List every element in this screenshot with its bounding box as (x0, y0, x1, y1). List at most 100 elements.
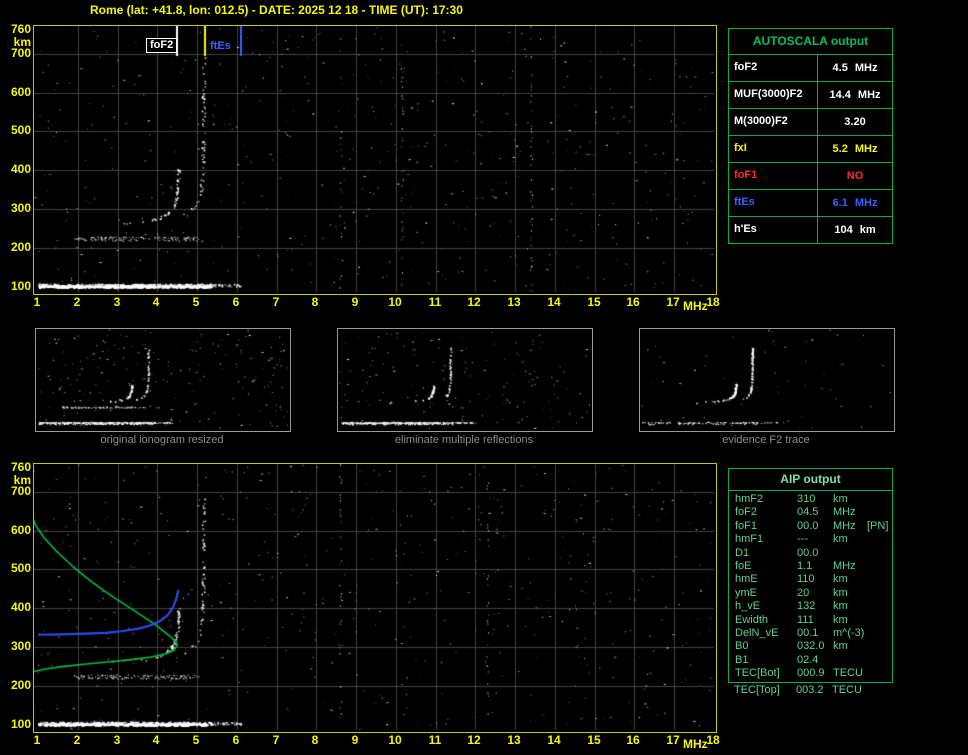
aip-parameter-unit: km (833, 573, 848, 586)
main-y-tick-400: 400 (10, 162, 31, 176)
profile-ionogram-plot (33, 463, 717, 733)
thumbnail-canvas (338, 329, 590, 429)
aip-row-d1: D1 00.0 (729, 547, 892, 560)
ftes-marker-label: ftEs (210, 40, 231, 52)
profile-ionogram-canvas (34, 464, 714, 730)
parameter-label: fxI (729, 136, 818, 162)
aip-parameter-unit: km (833, 586, 848, 599)
aip-parameter-value: 132 (797, 600, 816, 613)
profile-x-tick-9: 9 (351, 733, 359, 747)
main-x-axis-unit: MHz (683, 299, 708, 313)
main-x-tick-3: 3 (113, 295, 121, 309)
main-y-tick-760: 760 (10, 22, 31, 36)
main-x-tick-7: 7 (272, 295, 280, 309)
main-y-tick-100: 100 (10, 279, 31, 293)
aip-parameter-value: 110 (797, 573, 815, 586)
thumbnail-caption-3: evidence F2 trace (722, 434, 810, 446)
thumbnail-canvas (640, 329, 892, 429)
main-y-tick-300: 300 (10, 201, 31, 215)
main-x-tick-6: 6 (232, 295, 240, 309)
profile-y-tick-100: 100 (10, 717, 31, 731)
profile-y-tick-500: 500 (10, 561, 31, 575)
aip-output-table: AIP output hmF2 310 km foF2 04.5 MHz foF1 00.0 M… (728, 468, 893, 684)
aip-parameter-value: 000.9 (797, 667, 825, 680)
main-y-tick-200: 200 (10, 240, 31, 254)
profile-x-tick-8: 8 (311, 733, 319, 747)
aip-parameter-value: 02.4 (797, 653, 819, 666)
aip-parameter-label: D1 (735, 546, 750, 559)
autoscala-row-fxi: fxI 5.2 MHz (729, 135, 892, 162)
aip-row-hmf2: hmF2 310 km (729, 493, 892, 506)
station-header: Rome (lat: +41.8, lon: 012.5) - DATE: 20… (90, 3, 463, 17)
thumbnail-original-ionogram (35, 328, 291, 432)
main-x-tick-13: 13 (507, 295, 521, 309)
thumbnail-f2-trace-evidence (639, 328, 895, 432)
profile-x-axis-unit: MHz (683, 737, 708, 751)
profile-x-tick-4: 4 (152, 733, 160, 747)
autoscala-screen: Rome (lat: +41.8, lon: 012.5) - DATE: 20… (0, 0, 968, 755)
aip-parameter-unit: km (833, 613, 848, 626)
thumbnail-multiple-reflections-removed (337, 328, 593, 432)
main-y-tick-500: 500 (10, 123, 31, 137)
aip-parameter-label: DelN_vE (735, 626, 779, 639)
parameter-value: 14.4 MHz (829, 89, 881, 101)
aip-row-b1: B1 02.4 (729, 654, 892, 667)
aip-parameter-unit: m^(-3) (833, 626, 865, 639)
autoscala-row-h-es: h'Es 104 km (729, 216, 892, 243)
main-x-tick-10: 10 (388, 295, 402, 309)
aip-parameter-value: 20 (797, 586, 810, 599)
aip-parameter-unit: MHz (833, 506, 856, 519)
profile-x-tick-16: 16 (626, 733, 640, 747)
autoscala-row-m-3000-f2: M(3000)F2 3.20 (729, 108, 892, 135)
aip-row-tec-top: TEC[Top] 003.2 TECU (728, 684, 891, 697)
aip-parameter-label: hmF1 (735, 533, 764, 546)
profile-x-tick-3: 3 (113, 733, 121, 747)
profile-x-tick-17: 17 (666, 733, 680, 747)
aip-parameter-unit: TECU (833, 667, 863, 680)
parameter-value: NO (846, 170, 864, 182)
main-x-tick-11: 11 (428, 295, 442, 309)
aip-parameter-unit: km (833, 533, 848, 546)
aip-row-fof2: foF2 04.5 MHz (729, 506, 892, 519)
profile-y-tick-200: 200 (10, 678, 31, 692)
aip-table-title: AIP output (729, 469, 892, 491)
profile-x-tick-15: 15 (587, 733, 601, 747)
autoscala-row-fof2: foF2 4.5 MHz (729, 54, 892, 81)
profile-y-tick-760: 760 (10, 460, 31, 474)
thumbnail-canvas (36, 329, 288, 429)
aip-row-ewidth: Ewidth 111 km (729, 614, 892, 627)
aip-row-deln-ve: DelN_vE 00.1 m^(-3) (729, 627, 892, 640)
main-x-tick-1: 1 (33, 295, 41, 309)
fof2-marker-label: foF2 (146, 38, 178, 53)
aip-row-yme: ymE 20 km (729, 587, 892, 600)
autoscala-table-title: AUTOSCALA output (752, 34, 869, 48)
aip-parameter-label: foF1 (735, 519, 758, 532)
profile-x-tick-14: 14 (547, 733, 561, 747)
main-x-tick-16: 16 (626, 295, 640, 309)
main-ionogram-canvas (34, 26, 714, 292)
aip-parameter-value: 00.0 (797, 546, 819, 559)
profile-x-tick-11: 11 (428, 733, 442, 747)
profile-y-axis-unit: km (13, 473, 31, 487)
main-x-tick-14: 14 (547, 295, 561, 309)
aip-parameter-label: hmE (735, 573, 758, 586)
autoscala-table-rows: foF2 4.5 MHz MUF(3000)F2 14.4 MHz M(3000)F2 3.2… (729, 54, 892, 243)
profile-x-tick-1: 1 (33, 733, 41, 747)
aip-row-foe: foE 1.1 MHz (729, 560, 892, 573)
aip-row-tec-bot-: TEC[Bot] 000.9 TECU (729, 667, 892, 680)
autoscala-row-ftes: ftEs 6.1 MHz (729, 189, 892, 216)
aip-parameter-value: 032.0 (797, 640, 825, 653)
main-x-tick-8: 8 (311, 295, 319, 309)
autoscala-output-table: AUTOSCALA output foF2 4.5 MHz MUF(3000)F2 14… (728, 28, 893, 244)
aip-parameter-label: hmF2 (735, 493, 764, 505)
profile-x-tick-6: 6 (232, 733, 240, 747)
profile-y-tick-600: 600 (10, 523, 31, 537)
aip-parameter-label: TEC[Bot] (735, 667, 780, 680)
profile-x-tick-2: 2 (73, 733, 81, 747)
parameter-label: h'Es (729, 217, 818, 243)
aip-parameter-value: 00.0 (797, 519, 819, 532)
aip-parameter-note: [PN] (867, 519, 889, 532)
aip-row-h-ve: h_vE 132 km (729, 600, 892, 613)
aip-parameter-unit: km (833, 493, 848, 505)
aip-row-hme: hmE 110 km (729, 573, 892, 586)
